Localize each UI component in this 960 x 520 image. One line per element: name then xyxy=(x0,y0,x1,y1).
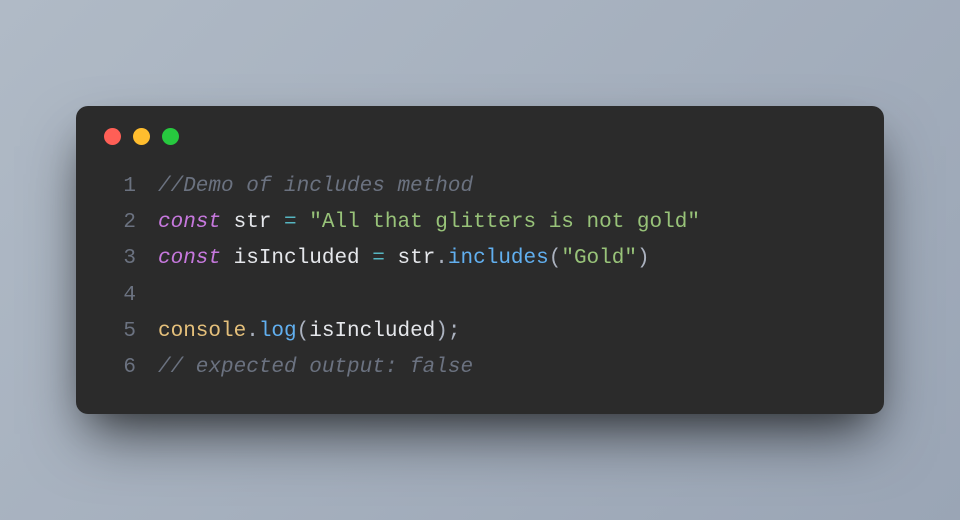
token-punct: ) xyxy=(637,247,650,270)
line-number: 5 xyxy=(102,314,158,350)
code-line: 4 xyxy=(102,278,858,314)
minimize-icon[interactable] xyxy=(133,128,150,145)
traffic-lights xyxy=(102,128,858,145)
line-content: console.log(isIncluded); xyxy=(158,314,461,350)
code-line: 6// expected output: false xyxy=(102,350,858,386)
token-ident xyxy=(271,211,284,234)
line-number: 3 xyxy=(102,241,158,277)
code-window: 1//Demo of includes method2const str = "… xyxy=(76,106,884,414)
token-ident: isIncluded xyxy=(309,320,435,343)
line-content: const isIncluded = str.includes("Gold") xyxy=(158,241,650,277)
line-number: 2 xyxy=(102,205,158,241)
token-ident xyxy=(297,211,310,234)
code-line: 2const str = "All that glitters is not g… xyxy=(102,205,858,241)
token-keyword: const xyxy=(158,211,221,234)
token-ident xyxy=(221,247,234,270)
line-number: 4 xyxy=(102,278,158,314)
line-number: 6 xyxy=(102,350,158,386)
token-punct: . xyxy=(246,320,259,343)
maximize-icon[interactable] xyxy=(162,128,179,145)
line-number: 1 xyxy=(102,169,158,205)
code-block: 1//Demo of includes method2const str = "… xyxy=(102,169,858,386)
token-obj: console xyxy=(158,320,246,343)
token-punct: ( xyxy=(549,247,562,270)
token-string: "Gold" xyxy=(561,247,637,270)
token-punct: ) xyxy=(435,320,448,343)
token-comment: //Demo of includes method xyxy=(158,175,473,198)
line-content: //Demo of includes method xyxy=(158,169,473,205)
token-ident xyxy=(360,247,373,270)
token-op: = xyxy=(372,247,385,270)
close-icon[interactable] xyxy=(104,128,121,145)
token-op: = xyxy=(284,211,297,234)
code-line: 1//Demo of includes method xyxy=(102,169,858,205)
token-punct: ; xyxy=(448,320,461,343)
token-punct: . xyxy=(435,247,448,270)
line-content: const str = "All that glitters is not go… xyxy=(158,205,700,241)
token-ident: str xyxy=(234,211,272,234)
line-content xyxy=(158,278,171,314)
token-string: "All that glitters is not gold" xyxy=(309,211,700,234)
token-comment: // expected output: false xyxy=(158,356,473,379)
code-line: 5console.log(isIncluded); xyxy=(102,314,858,350)
token-ident xyxy=(385,247,398,270)
token-ident: isIncluded xyxy=(234,247,360,270)
line-content: // expected output: false xyxy=(158,350,473,386)
token-punct: ( xyxy=(297,320,310,343)
token-ident: str xyxy=(397,247,435,270)
token-func: log xyxy=(259,320,297,343)
token-keyword: const xyxy=(158,247,221,270)
token-ident xyxy=(221,211,234,234)
token-func: includes xyxy=(448,247,549,270)
code-line: 3const isIncluded = str.includes("Gold") xyxy=(102,241,858,277)
